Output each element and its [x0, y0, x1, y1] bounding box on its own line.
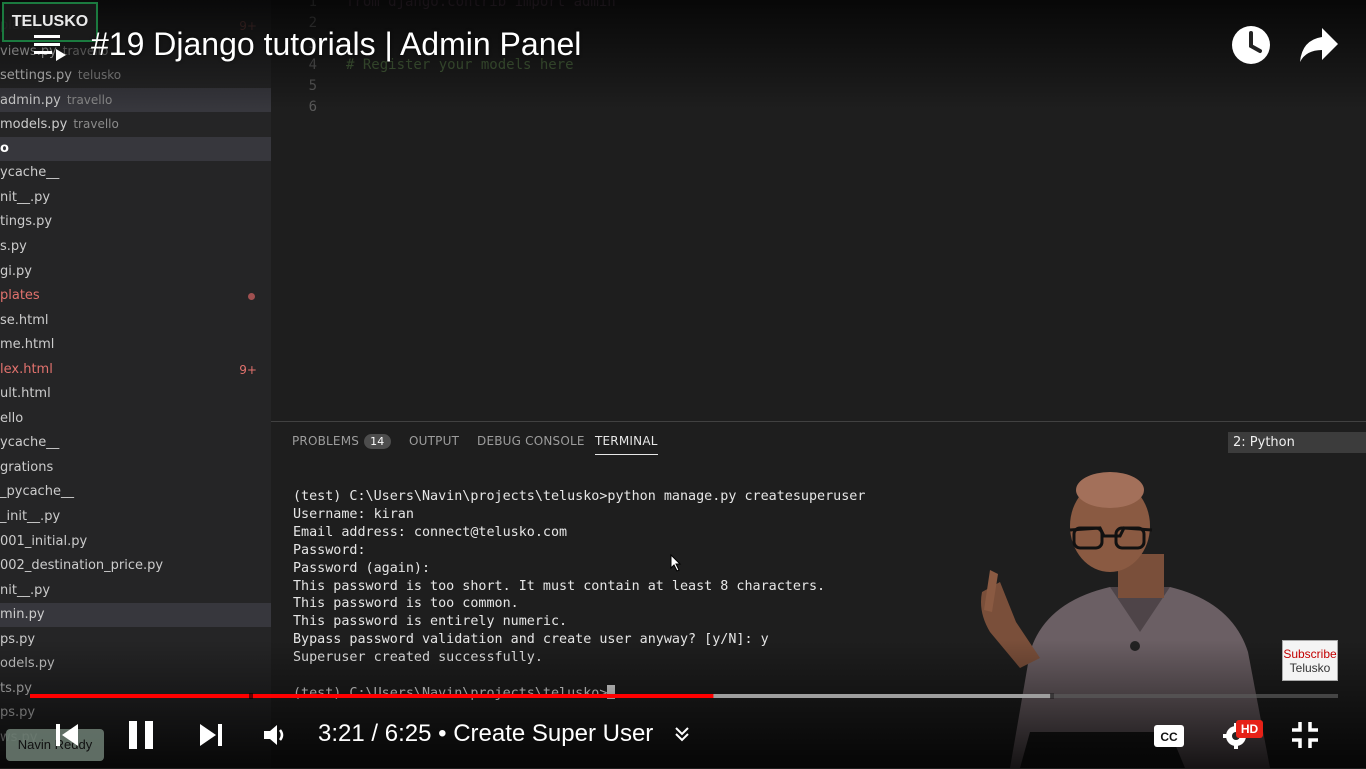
sidebar-file-item[interactable]: models.py travello: [0, 112, 271, 136]
sidebar-file-name: plates: [0, 288, 40, 304]
subscribe-channel-label: Telusko: [1289, 661, 1331, 675]
sidebar-file-name: grations: [0, 459, 54, 475]
sidebar-file-name: me.html: [0, 337, 55, 353]
sidebar-file-name: s.py: [0, 238, 27, 254]
sidebar-file-name: se.html: [0, 312, 49, 328]
sidebar-file-name: gi.py: [0, 263, 32, 279]
problems-count-badge: 14: [364, 434, 391, 449]
playlist-icon[interactable]: [34, 33, 68, 63]
tab-terminal[interactable]: TERMINAL: [595, 434, 658, 455]
chapter-separator: •: [431, 720, 454, 747]
next-icon[interactable]: [198, 722, 224, 748]
sidebar-file-item[interactable]: ult.html: [0, 382, 271, 406]
sidebar-file-name: nit__.py: [0, 582, 51, 598]
terminal-line: Password (again):: [293, 560, 431, 576]
volume-icon[interactable]: [262, 722, 288, 748]
chapter-marker: [1050, 693, 1054, 699]
tab-output[interactable]: OUTPUT: [409, 434, 459, 448]
mouse-pointer-icon: [670, 554, 682, 572]
chevron-icon[interactable]: [672, 724, 692, 744]
progress-bar[interactable]: [30, 693, 1338, 699]
sidebar-file-item[interactable]: ycache__: [0, 161, 271, 185]
video-title[interactable]: #19 Django tutorials | Admin Panel: [91, 26, 581, 63]
sidebar-file-item[interactable]: lex.html 9+: [0, 358, 271, 382]
sidebar-file-name: models.py: [0, 117, 68, 133]
chapter-title[interactable]: Create Super User: [453, 720, 653, 747]
sidebar-file-name: ycache__: [0, 435, 60, 451]
terminal-line: This password is too common.: [293, 596, 519, 612]
svg-text:CC: CC: [1160, 730, 1178, 744]
subscribe-label: Subscribe: [1283, 647, 1337, 661]
hd-badge: HD: [1236, 720, 1263, 738]
terminal-line: Username: kiran: [293, 506, 414, 522]
time-separator: /: [364, 720, 385, 747]
sidebar-file-item[interactable]: 002_destination_price.py: [0, 554, 271, 578]
sidebar-file-name: 001_initial.py: [0, 533, 88, 549]
terminal-line: Email address: connect@telusko.com: [293, 524, 568, 540]
sidebar-file-item[interactable]: gi.py: [0, 260, 271, 284]
previous-icon[interactable]: [54, 722, 80, 748]
sidebar-file-item[interactable]: 001_initial.py: [0, 530, 271, 554]
sidebar-file-name: _init__.py: [0, 509, 61, 524]
terminal-line: (test) C:\Users\Navin\projects\telusko>p…: [293, 489, 866, 504]
sidebar-file-name: o: [0, 140, 9, 156]
share-icon[interactable]: [1298, 26, 1340, 64]
sidebar-file-item[interactable]: grations: [0, 456, 271, 480]
current-time: 3:21: [318, 720, 365, 747]
sidebar-file-item[interactable]: _init__.py: [0, 505, 271, 529]
terminal-line: Password:: [293, 542, 366, 558]
player-bottom-gradient: [0, 640, 1366, 768]
sidebar-file-item[interactable]: s.py: [0, 235, 271, 259]
pause-icon[interactable]: [127, 719, 155, 751]
terminal-shell-select[interactable]: 2: Python: [1228, 432, 1366, 453]
sidebar-file-item[interactable]: ello: [0, 407, 271, 431]
tab-debug-console[interactable]: DEBUG CONSOLE: [477, 434, 585, 448]
sidebar-file-item[interactable]: se.html: [0, 309, 271, 333]
sidebar-file-problem-badge: 9+: [239, 362, 257, 377]
clock-icon[interactable]: [1230, 24, 1272, 66]
sidebar-file-item[interactable]: ycache__: [0, 431, 271, 455]
sidebar-file-name: min.py: [0, 607, 45, 623]
chapter-marker: [249, 693, 253, 699]
terminal-line: This password is entirely numeric.: [293, 614, 568, 630]
sidebar-file-name: nit__.py: [0, 189, 51, 205]
sidebar-file-name: ycache__: [0, 165, 60, 181]
sidebar-file-folder-hint: travello: [73, 117, 119, 132]
sidebar-file-name: ult.html: [0, 386, 51, 402]
sidebar-file-item[interactable]: nit__.py: [0, 186, 271, 210]
sidebar-file-name: lex.html: [0, 361, 53, 377]
sidebar-file-name: _pycache__: [0, 484, 74, 500]
sidebar-file-item[interactable]: plates: [0, 284, 271, 308]
total-time: 6:25: [384, 720, 432, 747]
sidebar-file-item[interactable]: nit__.py: [0, 579, 271, 603]
sidebar-file-name: 002_destination_price.py: [0, 558, 164, 574]
sidebar-file-item[interactable]: me.html: [0, 333, 271, 357]
progress-played: [30, 694, 714, 698]
tab-problems-label: PROBLEMS: [292, 434, 360, 448]
subscribe-watermark[interactable]: Subscribe Telusko: [1282, 640, 1338, 681]
sidebar-file-item[interactable]: tings.py: [0, 210, 271, 234]
exit-fullscreen-icon[interactable]: [1290, 720, 1320, 750]
tab-problems[interactable]: PROBLEMS 14: [292, 434, 391, 449]
modified-dot-icon: [248, 293, 255, 301]
sidebar-file-name: ello: [0, 410, 24, 426]
sidebar-file-item[interactable]: min.py: [0, 603, 271, 628]
cc-icon[interactable]: CC: [1153, 724, 1185, 748]
time-display: 3:21 / 6:25 • Create Super User: [318, 720, 653, 748]
sidebar-file-item[interactable]: o: [0, 136, 271, 161]
sidebar-file-name: tings.py: [0, 214, 53, 230]
terminal-line: This password is too short. It must cont…: [293, 578, 826, 594]
sidebar-file-item[interactable]: _pycache__: [0, 480, 271, 504]
